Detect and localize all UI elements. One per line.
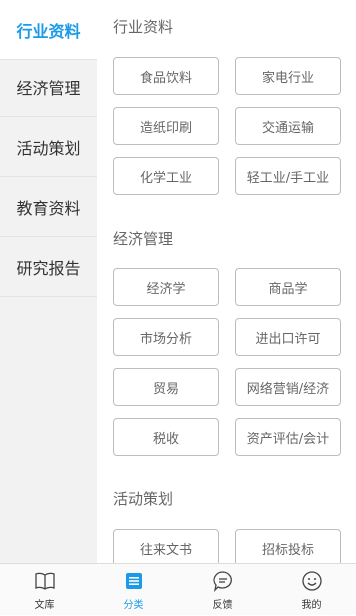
sidebar-item-economics[interactable]: 经济管理 — [0, 57, 97, 117]
tag-tax[interactable]: 税收 — [113, 418, 219, 456]
tag-food-beverage[interactable]: 食品饮料 — [113, 57, 219, 95]
tag-light-industry[interactable]: 轻工业/手工业 — [235, 157, 341, 195]
tab-category[interactable]: 分类 — [89, 564, 178, 616]
tag-market-analysis[interactable]: 市场分析 — [113, 318, 219, 356]
sidebar-item-events[interactable]: 活动策划 — [0, 117, 97, 177]
tab-mine[interactable]: 我的 — [267, 564, 356, 616]
tab-category-label: 分类 — [123, 600, 144, 611]
book-icon — [34, 570, 56, 592]
tag-commodity[interactable]: 商品学 — [235, 268, 341, 306]
tag-paper-printing[interactable]: 造纸印刷 — [113, 107, 219, 145]
tag-correspondence[interactable]: 往来文书 — [113, 529, 219, 563]
sidebar-item-education[interactable]: 教育资料 — [0, 177, 97, 237]
smile-icon — [301, 570, 323, 592]
tag-economics[interactable]: 经济学 — [113, 268, 219, 306]
tag-transportation[interactable]: 交通运输 — [235, 107, 341, 145]
tag-chemical[interactable]: 化学工业 — [113, 157, 219, 195]
category-content: 行业资料 食品饮料 家电行业 造纸印刷 交通运输 化学工业 轻工业/手工业 经济… — [97, 0, 356, 563]
tag-bidding[interactable]: 招标投标 — [235, 529, 341, 563]
tag-asset-appraisal[interactable]: 资产评估/会计 — [235, 418, 341, 456]
tag-trade[interactable]: 贸易 — [113, 368, 219, 406]
tab-feedback-label: 反馈 — [212, 600, 233, 611]
tab-library-label: 文库 — [34, 600, 55, 611]
tag-appliances[interactable]: 家电行业 — [235, 57, 341, 95]
section-title-economics: 经济管理 — [113, 230, 174, 248]
tab-mine-label: 我的 — [301, 600, 322, 611]
tab-library[interactable]: 文库 — [0, 564, 89, 616]
sidebar-item-industry[interactable]: 行业资料 — [0, 0, 97, 60]
section-title-industry: 行业资料 — [113, 18, 174, 36]
chat-icon — [212, 570, 234, 592]
tab-feedback[interactable]: 反馈 — [178, 564, 267, 616]
tag-online-marketing[interactable]: 网络营销/经济 — [235, 368, 341, 406]
category-icon — [123, 570, 145, 592]
bottom-tab-bar: 文库 分类 反馈 我的 — [0, 563, 356, 615]
tag-import-export[interactable]: 进出口许可 — [235, 318, 341, 356]
sidebar-item-research[interactable]: 研究报告 — [0, 237, 97, 297]
category-sidebar: 行业资料 经济管理 活动策划 教育资料 研究报告 — [0, 0, 97, 563]
section-title-events: 活动策划 — [113, 490, 174, 508]
